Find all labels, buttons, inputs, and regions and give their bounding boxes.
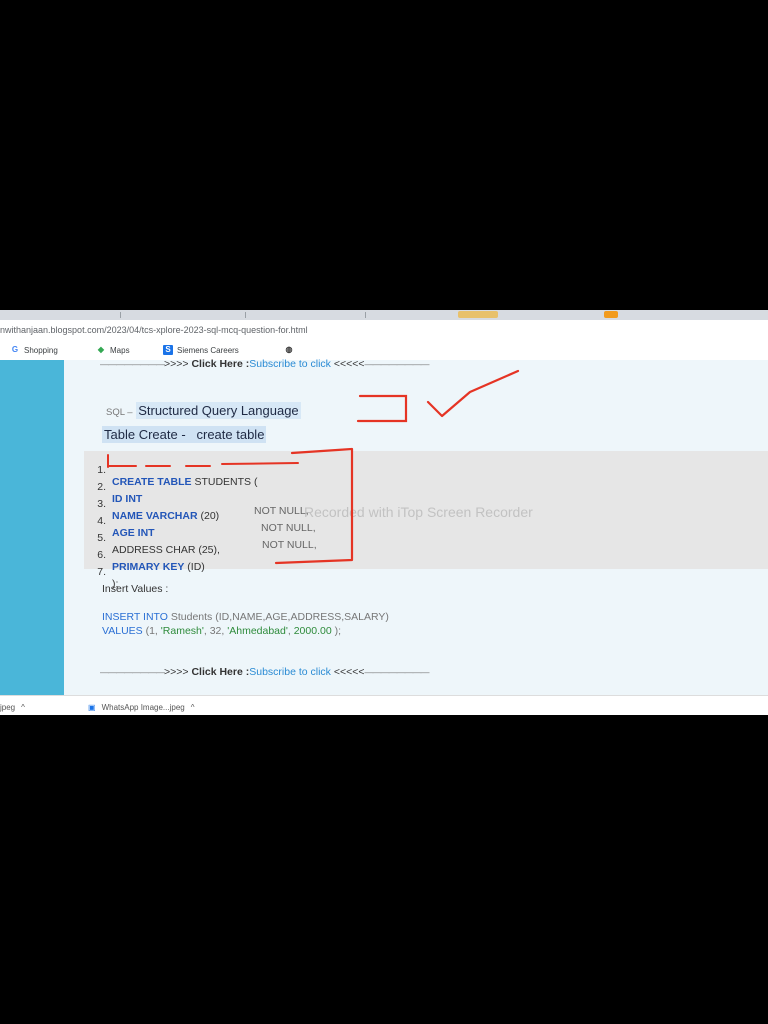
- chevron-up-icon[interactable]: ^: [21, 703, 25, 712]
- google-icon: G: [11, 345, 19, 354]
- address-bar[interactable]: nwithanjaan.blogspot.com/2023/04/tcs-xpl…: [0, 320, 768, 342]
- code-line: 6. PRIMARY KEY (ID): [97, 549, 205, 573]
- bookmark-globe[interactable]: ◍: [284, 345, 294, 355]
- bookmark-label: Maps: [110, 345, 130, 355]
- sql-heading: SQL – Structured Query Language: [106, 402, 301, 419]
- blue-sidebar: [0, 360, 64, 695]
- image-file-icon: ▣: [88, 703, 96, 712]
- screen-recording-frame: nwithanjaan.blogspot.com/2023/04/tcs-xpl…: [0, 310, 768, 715]
- code-line: 4. AGE INT NOT NULL,: [97, 515, 317, 551]
- article-content: ————————>>>> Click Here :Subscribe to cl…: [64, 358, 768, 695]
- bookmark-maps[interactable]: ◆ Maps: [96, 345, 130, 355]
- tab-separator: [365, 312, 366, 318]
- code-line: 3. NAME VARCHAR (20) NOT NULL,: [97, 498, 316, 534]
- click-here-label: Click Here :: [191, 358, 250, 370]
- siemens-icon: S: [163, 345, 173, 355]
- bookmark-label: Shopping: [24, 345, 58, 355]
- code-line: 5. ADDRESS CHAR (25),: [97, 532, 220, 556]
- tab-separator: [245, 312, 246, 318]
- click-here-label: Click Here :: [191, 666, 250, 678]
- subscribe-cta-bottom: ————————>>>> Click Here :Subscribe to cl…: [100, 666, 430, 678]
- subscribe-link[interactable]: Subscribe to click: [249, 666, 331, 678]
- insert-statement: INSERT INTO Students (ID,NAME,AGE,ADDRES…: [102, 611, 389, 623]
- subscribe-link[interactable]: Subscribe to click: [249, 358, 331, 370]
- bookmark-label: Siemens Careers: [177, 345, 239, 355]
- download-item[interactable]: ▣ WhatsApp Image...jpeg ^: [88, 703, 194, 712]
- sql-full-form: Structured Query Language: [136, 402, 301, 419]
- code-line: 1. CREATE TABLE STUDENTS (: [97, 464, 258, 488]
- values-statement: VALUES (1, 'Ramesh', 32, 'Ahmedabad', 20…: [102, 625, 342, 637]
- sql-code-block: 1. CREATE TABLE STUDENTS ( 2. ID INT NOT…: [84, 451, 768, 590]
- code-line: 7. );: [97, 566, 119, 590]
- download-item[interactable]: jpeg ^: [0, 703, 25, 712]
- maps-icon: ◆: [97, 345, 105, 354]
- chevron-up-icon[interactable]: ^: [191, 703, 195, 712]
- insert-values-label: Insert Values :: [102, 583, 169, 595]
- downloads-bar: jpeg ^ ▣ WhatsApp Image...jpeg ^: [0, 695, 768, 715]
- tab-favicon: [604, 311, 618, 318]
- code-line: 2. ID INT NOT NULL,: [97, 481, 309, 517]
- browser-tab-strip[interactable]: [0, 310, 768, 320]
- tab-favicon: [458, 311, 498, 318]
- globe-icon: ◍: [285, 345, 293, 354]
- subscribe-cta-top: ————————>>>> Click Here :Subscribe to cl…: [100, 358, 430, 370]
- bookmark-shopping[interactable]: G Shopping: [10, 345, 58, 355]
- recorder-watermark: Recorded with iTop Screen Recorder: [304, 504, 533, 520]
- tab-separator: [120, 312, 121, 318]
- url-text[interactable]: nwithanjaan.blogspot.com/2023/04/tcs-xpl…: [0, 325, 308, 335]
- bookmark-siemens-careers[interactable]: S Siemens Careers: [163, 345, 239, 355]
- table-create-heading: Table Create - create table: [102, 426, 267, 443]
- blog-page: ————————>>>> Click Here :Subscribe to cl…: [0, 358, 768, 695]
